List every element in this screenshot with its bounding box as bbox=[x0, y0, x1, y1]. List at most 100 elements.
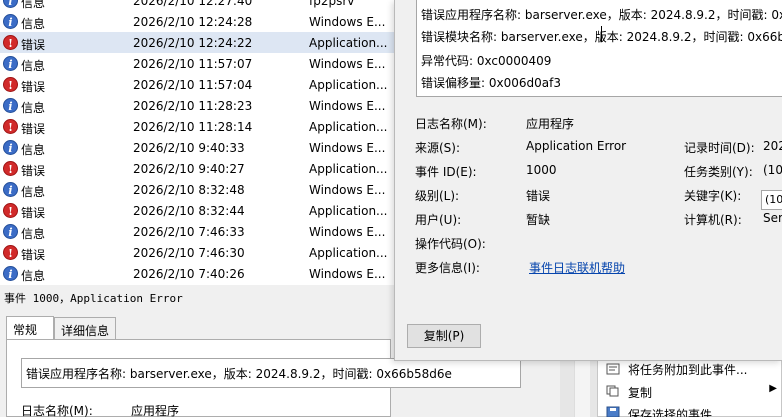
event-row[interactable]: ! 错误 2026/2/10 7:46:30 Application... bbox=[0, 242, 395, 263]
computer-label: 计算机(R): bbox=[684, 213, 742, 227]
level-label: 级别(L): bbox=[415, 189, 460, 203]
user-label: 用户(U): bbox=[415, 213, 462, 227]
event-row[interactable]: ! 错误 2026/2/10 12:24:22 Application... bbox=[0, 32, 395, 53]
event-datetime: 2026/2/10 9:40:27 bbox=[133, 162, 245, 176]
logged-value: 202 bbox=[763, 139, 782, 153]
event-properties-dialog: 错误应用程序名称: barserver.exe，版本: 2024.8.9.2，时… bbox=[394, 0, 782, 361]
tab-general[interactable]: 常规 bbox=[6, 316, 54, 340]
event-datetime: 2026/2/10 11:28:14 bbox=[133, 120, 253, 134]
info-icon: i bbox=[3, 0, 18, 8]
attach-task-icon bbox=[606, 363, 620, 375]
info-icon: i bbox=[3, 224, 18, 239]
event-source: fp2psrv bbox=[309, 0, 355, 8]
event-datetime: 2026/2/10 8:32:48 bbox=[133, 183, 245, 197]
event-datetime: 2026/2/10 12:24:22 bbox=[133, 36, 253, 50]
description-line: 错误应用程序名称: barserver.exe，版本: 2024.8.9.2，时… bbox=[421, 8, 782, 22]
event-id-label: 事件 ID(E): bbox=[415, 165, 477, 179]
actions-panel-edge bbox=[560, 360, 597, 417]
event-source: Application... bbox=[309, 162, 388, 176]
event-datetime: 2026/2/10 8:32:44 bbox=[133, 204, 245, 218]
event-source: Application... bbox=[309, 204, 388, 218]
error-icon: ! bbox=[3, 203, 18, 218]
info-icon: i bbox=[3, 98, 18, 113]
event-level: 错误 bbox=[21, 248, 46, 262]
copy-button[interactable]: 复制(P) bbox=[407, 324, 481, 348]
description-line: 错误偏移量: 0x006d0af3 bbox=[421, 76, 561, 90]
event-row[interactable]: ! 错误 2026/2/10 11:28:14 Application... bbox=[0, 116, 395, 137]
event-source: Windows E... bbox=[309, 225, 386, 239]
keywords-value[interactable]: (10 bbox=[761, 190, 782, 210]
event-level: 错误 bbox=[21, 206, 46, 220]
event-row[interactable]: i 信息 2026/2/10 7:46:33 Windows E... bbox=[0, 221, 395, 242]
event-row[interactable]: i 信息 2026/2/10 11:57:07 Windows E... bbox=[0, 53, 395, 74]
event-row[interactable]: ! 错误 2026/2/10 8:32:44 Application... bbox=[0, 200, 395, 221]
event-datetime: 2026/2/10 7:46:30 bbox=[133, 246, 245, 260]
event-log-online-help-link[interactable]: 事件日志联机帮助 bbox=[529, 259, 625, 276]
log-name-label: 日志名称(M): bbox=[21, 404, 93, 417]
event-level: 信息 bbox=[21, 59, 46, 73]
error-icon: ! bbox=[3, 161, 18, 176]
info-icon: i bbox=[3, 14, 18, 29]
event-row[interactable]: i 信息 2026/2/10 11:28:23 Windows E... bbox=[0, 95, 395, 116]
tab-details[interactable]: 详细信息 bbox=[54, 317, 116, 339]
event-detail-pane: 事件 1000，Application Error 常规 详细信息 错误应用程序… bbox=[0, 286, 521, 417]
submenu-arrow-icon: ▶ bbox=[769, 383, 777, 394]
event-row[interactable]: i 信息 2026/2/10 9:40:33 Windows E... bbox=[0, 137, 395, 158]
menu-item-copy[interactable]: 复制 bbox=[628, 384, 652, 401]
event-source: Application... bbox=[309, 246, 388, 260]
save-icon bbox=[606, 406, 620, 417]
event-level: 信息 bbox=[21, 17, 46, 31]
event-row[interactable]: ! 错误 2026/2/10 11:57:04 Application... bbox=[0, 74, 395, 95]
event-datetime: 2026/2/10 11:57:04 bbox=[133, 78, 253, 92]
event-row[interactable]: i 信息 2026/2/10 12:27:40 fp2psrv bbox=[0, 0, 395, 11]
dialog-description-box[interactable]: 错误应用程序名称: barserver.exe，版本: 2024.8.9.2，时… bbox=[416, 0, 782, 97]
info-icon: i bbox=[3, 56, 18, 71]
description-box[interactable]: 错误应用程序名称: barserver.exe，版本: 2024.8.9.2，时… bbox=[21, 358, 521, 388]
log-name-label: 日志名称(M): bbox=[415, 117, 487, 131]
event-level: 信息 bbox=[21, 185, 46, 199]
menu-item-attach-task[interactable]: 将任务附加到此事件... bbox=[628, 361, 747, 378]
event-level: 信息 bbox=[21, 0, 46, 10]
event-datetime: 2026/2/10 7:40:26 bbox=[133, 267, 245, 281]
event-source: Windows E... bbox=[309, 99, 386, 113]
error-icon: ! bbox=[3, 119, 18, 134]
context-menu: 将任务附加到此事件... 复制 ▶ 保存选择的事件... bbox=[597, 360, 782, 417]
event-source: Application... bbox=[309, 120, 388, 134]
event-list[interactable]: i 信息 2026/2/10 12:27:40 fp2psrv i 信息 2026/2/10… bbox=[0, 0, 395, 285]
event-row[interactable]: i 信息 2026/2/10 8:32:48 Windows E... bbox=[0, 179, 395, 200]
event-row[interactable]: ! 错误 2026/2/10 9:40:27 Application... bbox=[0, 158, 395, 179]
computer-value: Ser bbox=[763, 211, 782, 225]
event-datetime: 2026/2/10 12:24:28 bbox=[133, 15, 253, 29]
event-source: Windows E... bbox=[309, 57, 386, 71]
source-label: 来源(S): bbox=[415, 141, 461, 155]
menu-item-save-selected[interactable]: 保存选择的事件... bbox=[628, 406, 723, 417]
opcode-label: 操作代码(O): bbox=[415, 237, 486, 251]
scrollbar[interactable] bbox=[574, 360, 590, 417]
event-datetime: 2026/2/10 7:46:33 bbox=[133, 225, 245, 239]
event-viewer-window: i 信息 2026/2/10 12:27:40 fp2psrv i 信息 2026/2/10… bbox=[0, 0, 782, 417]
event-row[interactable]: i 信息 2026/2/10 12:24:28 Windows E... bbox=[0, 11, 395, 32]
event-level: 信息 bbox=[21, 143, 46, 157]
event-source: Windows E... bbox=[309, 141, 386, 155]
task-category-label: 任务类别(Y): bbox=[684, 165, 753, 179]
event-source: Windows E... bbox=[309, 267, 386, 281]
info-icon: i bbox=[3, 140, 18, 155]
info-icon: i bbox=[3, 266, 18, 281]
event-datetime: 2026/2/10 11:28:23 bbox=[133, 99, 253, 113]
error-icon: ! bbox=[3, 35, 18, 50]
event-level: 错误 bbox=[21, 80, 46, 94]
event-level: 错误 bbox=[21, 164, 46, 178]
event-row[interactable]: i 信息 2026/2/10 7:40:26 Windows E... bbox=[0, 263, 395, 284]
event-datetime: 2026/2/10 11:57:07 bbox=[133, 57, 253, 71]
event-source: Application... bbox=[309, 36, 388, 50]
event-datetime: 2026/2/10 12:27:40 bbox=[133, 0, 253, 8]
error-icon: ! bbox=[3, 77, 18, 92]
log-name-value: 应用程序 bbox=[526, 117, 575, 131]
event-source: Windows E... bbox=[309, 183, 386, 197]
event-datetime: 2026/2/10 9:40:33 bbox=[133, 141, 245, 155]
event-level: 信息 bbox=[21, 269, 46, 283]
event-level: 信息 bbox=[21, 101, 46, 115]
general-tab-content: 错误应用程序名称: barserver.exe，版本: 2024.8.9.2，时… bbox=[6, 339, 521, 417]
event-source: Windows E... bbox=[309, 15, 386, 29]
event-level: 信息 bbox=[21, 227, 46, 241]
